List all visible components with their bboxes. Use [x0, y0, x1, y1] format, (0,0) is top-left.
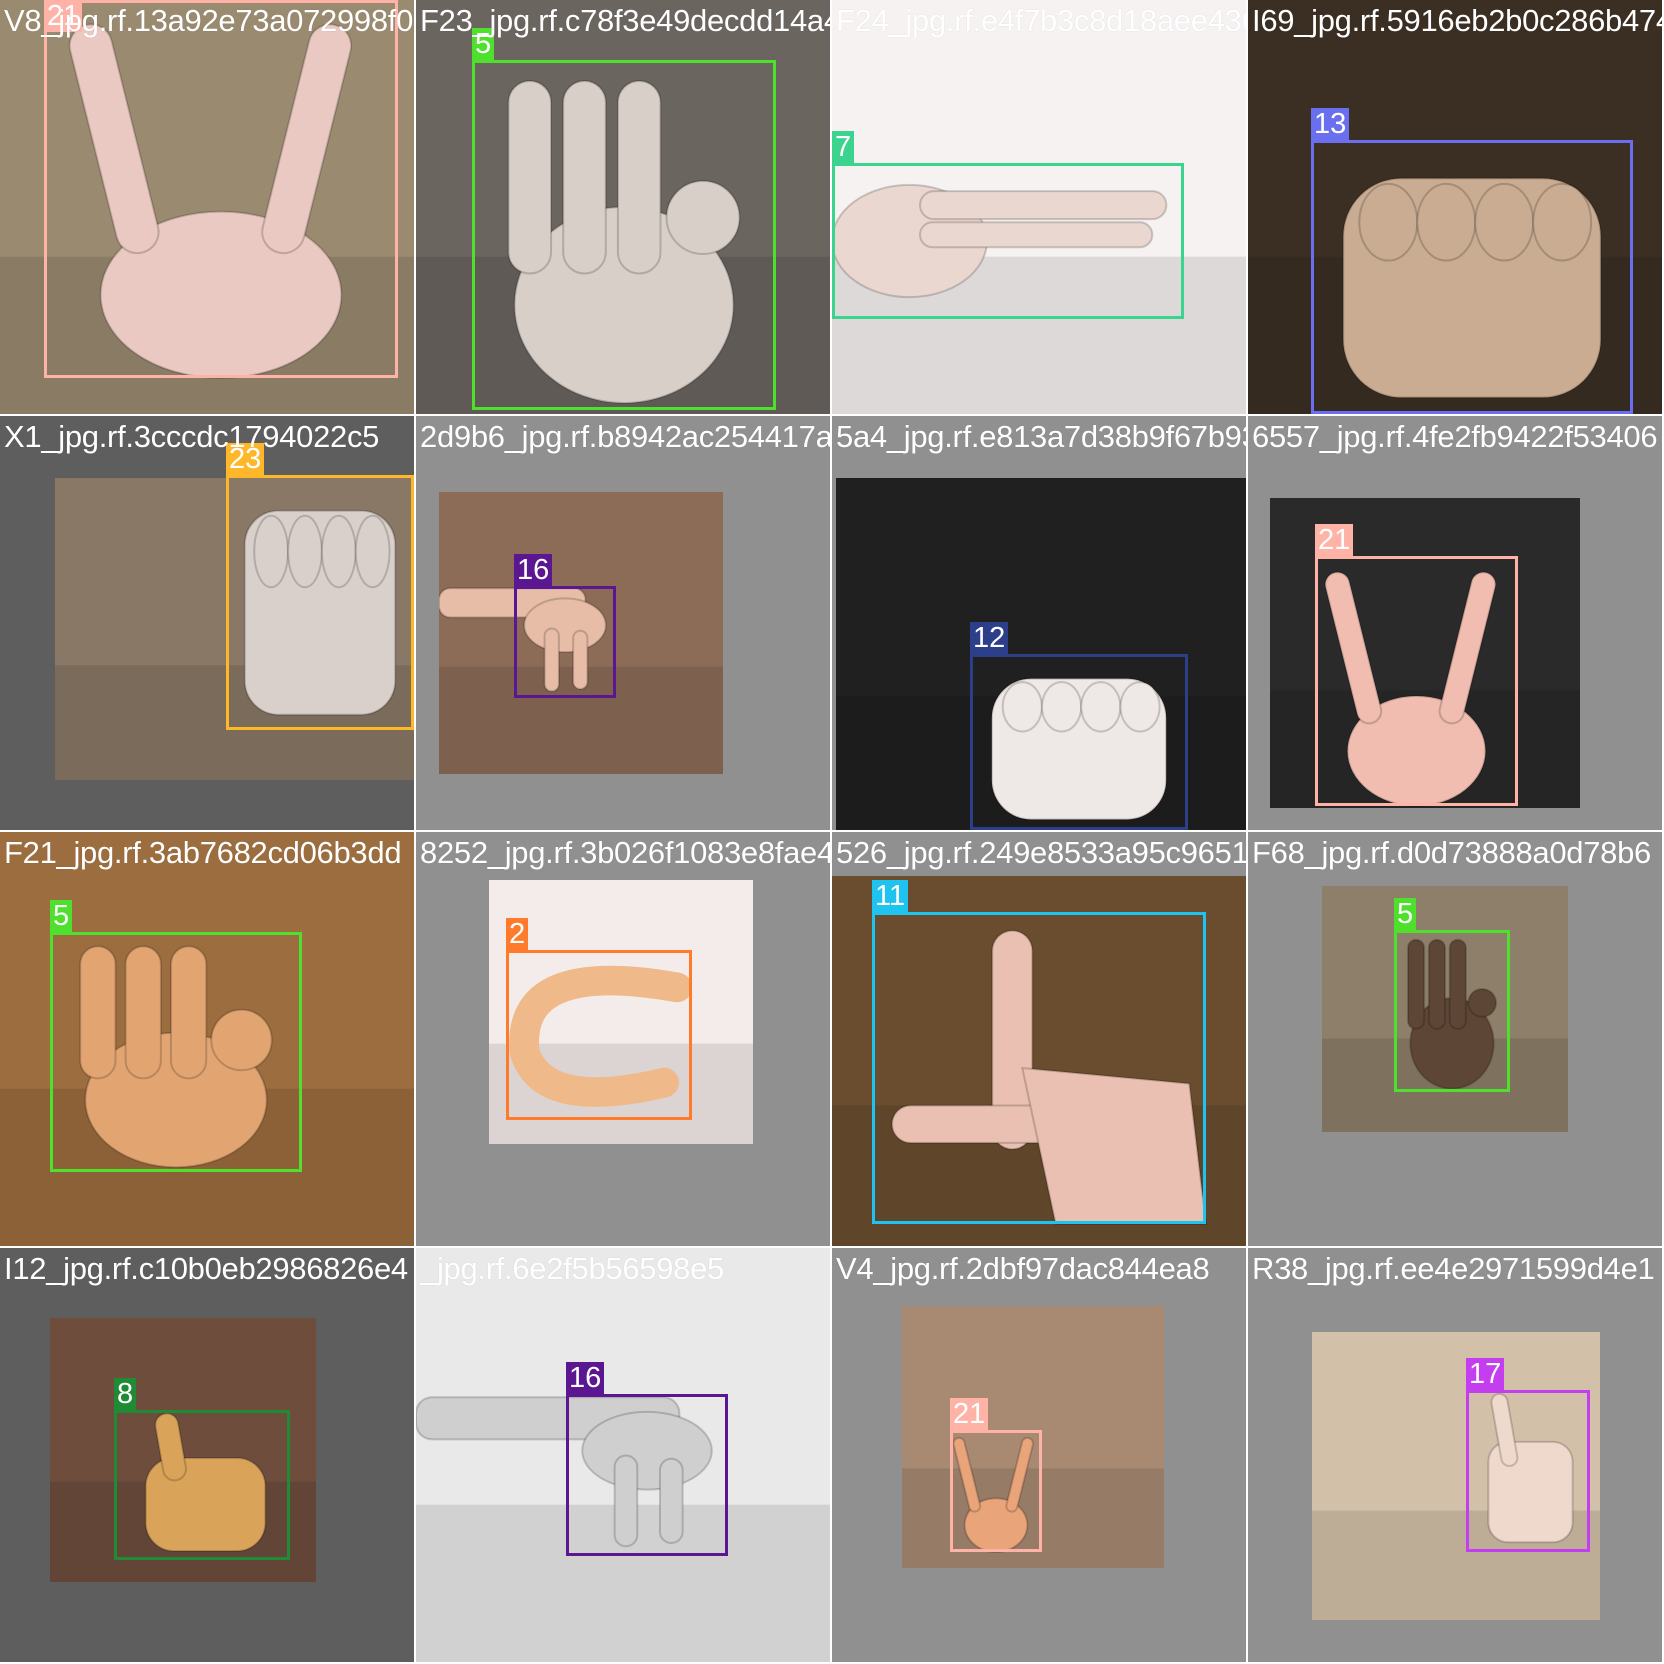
image-tile[interactable]: 11 526_jpg.rf.249e8533a95c9651: [832, 832, 1246, 1246]
image-tile[interactable]: 21 6557_jpg.rf.4fe2fb9422f53406: [1248, 416, 1662, 830]
image-filename: F24_jpg.rf.e4f7b3c8d18aee436: [836, 3, 1246, 38]
class-label: 16: [566, 1362, 605, 1394]
class-label: 5: [50, 900, 73, 932]
bounding-box: [566, 1394, 728, 1556]
image-filename: 5a4_jpg.rf.e813a7d38b9f67b93: [836, 419, 1246, 454]
image-filename: V4_jpg.rf.2dbf97dac844ea8: [836, 1251, 1210, 1286]
class-label: 13: [1311, 108, 1350, 140]
class-label: 12: [970, 622, 1009, 654]
class-label: 7: [832, 131, 855, 163]
class-label: 2: [506, 918, 529, 950]
image-tile[interactable]: 2 8252_jpg.rf.3b026f1083e8fae4: [416, 832, 830, 1246]
image-tile[interactable]: 5 F68_jpg.rf.d0d73888a0d78b6: [1248, 832, 1662, 1246]
image-filename: _jpg.rf.6e2f5b56598e5: [420, 1251, 724, 1286]
class-label: 21: [1315, 524, 1354, 556]
bounding-box: [114, 1410, 290, 1560]
bounding-box: [506, 950, 692, 1120]
image-filename: X1_jpg.rf.3cccdc1794022c5: [4, 419, 380, 454]
detection-mosaic: 21 V8_jpg.rf.13a92e73a072998f0 5 F23_jpg.rf…: [0, 0, 1664, 1664]
image-filename: F23_jpg.rf.c78f3e49decdd14a4: [420, 3, 830, 38]
image-filename: 8252_jpg.rf.3b026f1083e8fae4: [420, 835, 830, 870]
image-filename: I12_jpg.rf.c10b0eb2986826e4: [4, 1251, 408, 1286]
image-filename: F21_jpg.rf.3ab7682cd06b3dd: [4, 835, 402, 870]
bounding-box: [1466, 1390, 1590, 1552]
class-label: 11: [872, 880, 909, 912]
bounding-box: [50, 932, 302, 1172]
image-tile[interactable]: 5 F23_jpg.rf.c78f3e49decdd14a4: [416, 0, 830, 414]
class-label: 21: [950, 1398, 989, 1430]
bounding-box: [44, 0, 398, 378]
image-filename: 526_jpg.rf.249e8533a95c9651: [836, 835, 1246, 870]
image-filename: 2d9b6_jpg.rf.b8942ac254417a09: [420, 419, 830, 454]
bounding-box: [872, 912, 1206, 1224]
bounding-box: [1311, 140, 1633, 414]
image-filename: 6557_jpg.rf.4fe2fb9422f53406: [1252, 419, 1658, 454]
bounding-box: [950, 1430, 1042, 1552]
image-filename: R38_jpg.rf.ee4e2971599d4e1: [1252, 1251, 1655, 1286]
bounding-box: [514, 586, 616, 698]
image-tile[interactable]: 17 R38_jpg.rf.ee4e2971599d4e1: [1248, 1248, 1662, 1662]
bounding-box: [832, 163, 1184, 319]
bounding-box: [1315, 556, 1518, 806]
class-label: 17: [1466, 1358, 1505, 1390]
image-tile[interactable]: 7 F24_jpg.rf.e4f7b3c8d18aee436: [832, 0, 1246, 414]
image-tile[interactable]: 16 _jpg.rf.6e2f5b56598e5: [416, 1248, 830, 1662]
class-label: 5: [1394, 898, 1417, 930]
class-label: 8: [114, 1378, 137, 1410]
image-tile[interactable]: 13 I69_jpg.rf.5916eb2b0c286b474c6: [1248, 0, 1662, 414]
image-tile[interactable]: 23 X1_jpg.rf.3cccdc1794022c5: [0, 416, 414, 830]
bounding-box: [226, 475, 414, 730]
bounding-box: [1394, 930, 1510, 1092]
image-tile[interactable]: 16 2d9b6_jpg.rf.b8942ac254417a09: [416, 416, 830, 830]
image-tile[interactable]: 5 F21_jpg.rf.3ab7682cd06b3dd: [0, 832, 414, 1246]
bounding-box: [970, 654, 1188, 830]
image-tile[interactable]: 12 5a4_jpg.rf.e813a7d38b9f67b93: [832, 416, 1246, 830]
image-tile[interactable]: 8 I12_jpg.rf.c10b0eb2986826e4: [0, 1248, 414, 1662]
image-filename: I69_jpg.rf.5916eb2b0c286b474c6: [1252, 3, 1662, 38]
image-tile[interactable]: 21 V8_jpg.rf.13a92e73a072998f0: [0, 0, 414, 414]
image-filename: V8_jpg.rf.13a92e73a072998f0: [4, 3, 414, 38]
image-filename: F68_jpg.rf.d0d73888a0d78b6: [1252, 835, 1651, 870]
bounding-box: [472, 60, 776, 410]
class-label: 16: [514, 554, 553, 586]
image-tile[interactable]: 21 V4_jpg.rf.2dbf97dac844ea8: [832, 1248, 1246, 1662]
